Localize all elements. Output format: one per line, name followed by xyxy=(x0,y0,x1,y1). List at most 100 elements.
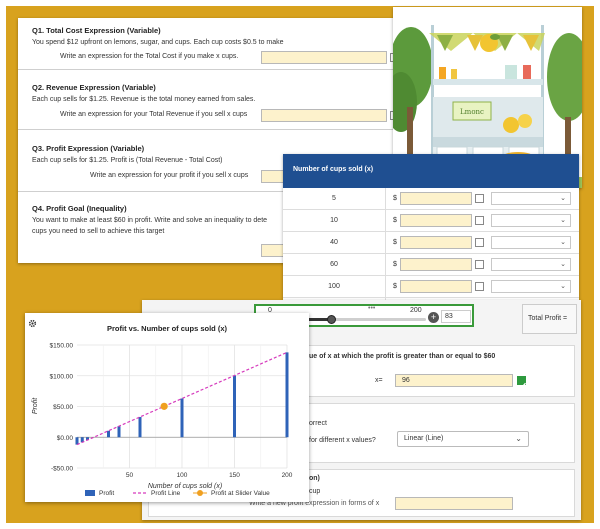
chevron-down-icon: ⌄ xyxy=(560,261,566,268)
chevron-down-icon: ⌄ xyxy=(560,239,566,246)
legend-label-profit: Profit xyxy=(99,490,114,497)
chart-title: Profit vs. Number of cups sold (x) xyxy=(107,324,228,333)
q3-text: Each cup sells for $1.25. Profit is (Tot… xyxy=(32,157,223,164)
profit-table: Number of cups sold (x) 5 $ ⌄ 10 $ ⌄ 40 … xyxy=(283,154,579,300)
legend-swatch-bars xyxy=(85,490,95,496)
q5-answer-input[interactable]: 96 xyxy=(395,374,513,387)
profit-bar xyxy=(107,430,110,438)
total-profit-label: Total Profit = xyxy=(522,304,577,334)
currency-symbol: $ xyxy=(393,217,397,224)
y-axis-label: Profit xyxy=(32,397,39,414)
q1-section: Q1. Total Cost Expression (Variable) You… xyxy=(18,18,400,70)
table-row: 60 $ ⌄ xyxy=(283,254,579,276)
table-cell-cups: 40 xyxy=(330,239,338,246)
q1-prompt: Write an expression for the Total Cost i… xyxy=(60,53,239,60)
chevron-down-icon: ⌄ xyxy=(560,195,566,202)
row-checkbox[interactable] xyxy=(475,282,484,291)
profit-input[interactable] xyxy=(400,280,472,293)
y-tick-label: -$50.00 xyxy=(51,466,73,473)
profit-bar xyxy=(233,375,236,438)
profit-input[interactable] xyxy=(400,192,472,205)
row-dropdown[interactable]: ⌄ xyxy=(491,236,571,249)
row-checkbox[interactable] xyxy=(475,194,484,203)
row-checkbox[interactable] xyxy=(475,260,484,269)
q4-text-line1: You want to make at least $60 in profit.… xyxy=(32,217,268,224)
x-axis-label: Number of cups sold (x) xyxy=(148,483,222,490)
q1-text: You spend $12 upfront on lemons, sugar, … xyxy=(32,39,284,46)
slider-dots-icon: ••• xyxy=(368,305,376,312)
q2-section: Q2. Revenue Expression (Variable) Each c… xyxy=(18,70,400,130)
q1-answer-input[interactable] xyxy=(261,51,387,64)
row-dropdown[interactable]: ⌄ xyxy=(491,258,571,271)
q2-prompt: Write an expression for your Total Reven… xyxy=(60,111,248,118)
legend-label-profit-line: Profit Line xyxy=(151,490,181,497)
currency-symbol: $ xyxy=(393,195,397,202)
table-row: 10 $ ⌄ xyxy=(283,210,579,232)
profit-input[interactable] xyxy=(400,214,472,227)
y-tick-label: $50.00 xyxy=(53,404,73,411)
q1-title: Q1. Total Cost Expression (Variable) xyxy=(32,26,161,35)
slider-thumb[interactable] xyxy=(327,315,337,324)
table-header-cups: Number of cups sold (x) xyxy=(283,154,385,188)
profit-chart: Profit vs. Number of cups sold (x) Profi… xyxy=(32,324,293,497)
table-header-blank xyxy=(385,154,579,188)
row-checkbox[interactable] xyxy=(475,238,484,247)
slider-point xyxy=(160,402,168,410)
x-tick-label: 150 xyxy=(229,472,240,479)
table-row: 40 $ ⌄ xyxy=(283,232,579,254)
profit-bar xyxy=(117,426,121,438)
q4-text-line2: cups you need to sell to achieve this ta… xyxy=(32,228,165,235)
currency-symbol: $ xyxy=(393,261,397,268)
q6-question: for different x values? xyxy=(309,437,376,444)
stand-sign-text: Lmonc xyxy=(460,108,484,116)
chevron-down-icon: ⌄ xyxy=(515,434,522,443)
q2-title: Q2. Revenue Expression (Variable) xyxy=(32,83,156,92)
legend-swatch-point xyxy=(197,490,203,496)
q3-prompt: Write an expression for your profit if y… xyxy=(90,172,249,179)
q2-text: Each cup sells for $1.25. Revenue is the… xyxy=(32,96,256,103)
x-tick-label: 50 xyxy=(126,472,134,479)
y-tick-label: $0.00 xyxy=(57,435,74,442)
q4-title: Q4. Profit Goal (Inequality) xyxy=(32,204,127,213)
row-dropdown[interactable]: ⌄ xyxy=(491,214,571,227)
slider-max-label: 200 xyxy=(410,307,422,314)
q5-checked-icon[interactable] xyxy=(517,376,527,389)
profit-bar xyxy=(138,416,142,438)
profit-bar xyxy=(285,352,289,438)
row-checkbox[interactable] xyxy=(475,216,484,225)
q5-text: ue of x at which the profit is greater t… xyxy=(309,353,496,360)
table-row: 100 $ ⌄ xyxy=(283,276,579,298)
q7-answer-input[interactable] xyxy=(395,497,513,510)
y-tick-label: $150.00 xyxy=(50,343,74,350)
row-dropdown[interactable]: ⌄ xyxy=(491,192,571,205)
chevron-down-icon: ⌄ xyxy=(560,217,566,224)
slider-plus-button[interactable]: + xyxy=(428,312,439,323)
q5-x-label: x= xyxy=(375,377,383,384)
x-tick-label: 100 xyxy=(177,472,188,479)
slider-value-input[interactable]: 83 xyxy=(441,310,471,323)
q6-text: orrect xyxy=(309,420,327,427)
slider-value: 83 xyxy=(445,313,453,320)
table-row: 5 $ ⌄ xyxy=(283,188,579,210)
q2-answer-input[interactable] xyxy=(261,109,387,122)
graph-type-value: Linear (Line) xyxy=(404,435,444,442)
profit-input[interactable] xyxy=(400,236,472,249)
q7-title: on) xyxy=(309,475,320,482)
table-cell-cups: 60 xyxy=(330,261,338,268)
currency-symbol: $ xyxy=(393,283,397,290)
y-tick-label: $100.00 xyxy=(50,373,74,380)
table-cell-cups: 100 xyxy=(328,283,340,290)
q3-title: Q3. Profit Expression (Variable) xyxy=(32,144,145,153)
profit-input[interactable] xyxy=(400,258,472,271)
graph-type-select[interactable]: Linear (Line) ⌄ xyxy=(397,431,529,447)
q5-answer-value: 96 xyxy=(402,377,410,384)
q7-text: cup xyxy=(309,488,321,495)
gear-icon[interactable] xyxy=(28,315,37,328)
x-tick-label: 200 xyxy=(282,472,293,479)
profit-bar xyxy=(180,398,184,438)
table-cell-cups: 5 xyxy=(332,195,336,202)
chevron-down-icon: ⌄ xyxy=(560,283,566,290)
row-dropdown[interactable]: ⌄ xyxy=(491,280,571,293)
profit-chart-panel: Profit vs. Number of cups sold (x) Profi… xyxy=(25,313,309,502)
table-cell-cups: 10 xyxy=(330,217,338,224)
